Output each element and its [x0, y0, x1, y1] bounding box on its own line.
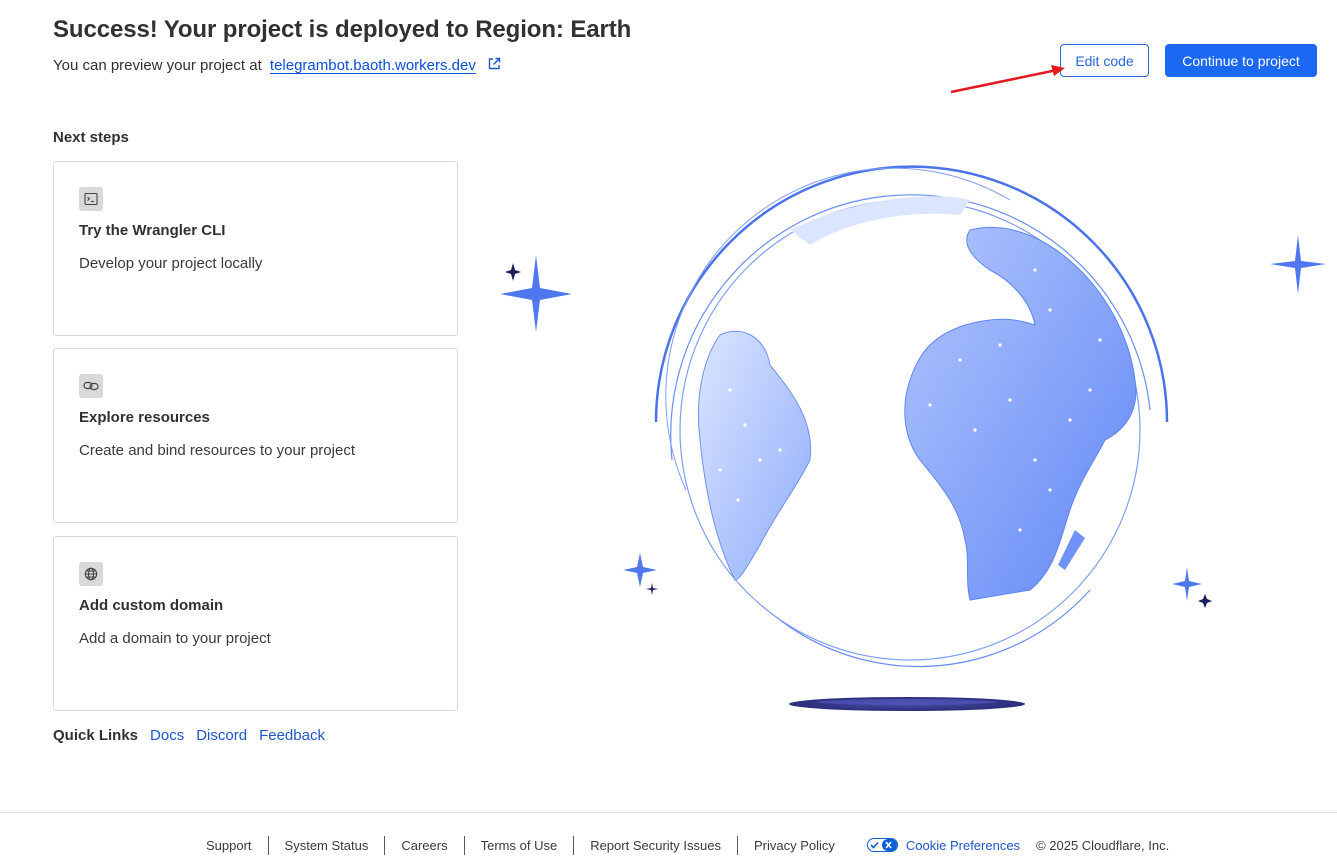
globe-icon	[79, 562, 103, 586]
footer-divider	[0, 812, 1337, 813]
quick-links-label: Quick Links	[53, 727, 139, 744]
footer-link-report-security[interactable]: Report Security Issues	[574, 835, 738, 855]
external-link-icon[interactable]	[487, 57, 501, 71]
edit-code-button[interactable]: Edit code	[1060, 44, 1149, 77]
cookie-preferences-label: Cookie Preferences	[905, 837, 1021, 853]
continue-to-project-button[interactable]: Continue to project	[1165, 44, 1317, 77]
preview-line: You can preview your project at telegram…	[53, 57, 501, 74]
preview-prefix: You can preview your project at	[53, 57, 262, 74]
footer-link-careers[interactable]: Careers	[385, 835, 465, 855]
card-description: Develop your project locally	[79, 255, 263, 272]
cookie-preferences-link[interactable]: Cookie Preferences	[851, 838, 1036, 853]
card-description: Create and bind resources to your projec…	[79, 442, 355, 459]
quick-link-feedback[interactable]: Feedback	[259, 727, 325, 744]
next-steps-heading: Next steps	[53, 129, 129, 146]
card-add-custom-domain[interactable]: Add custom domain Add a domain to your p…	[53, 536, 458, 711]
footer-link-terms[interactable]: Terms of Use	[465, 835, 575, 855]
card-title: Add custom domain	[79, 597, 224, 614]
footer: Support System Status Careers Terms of U…	[0, 833, 1337, 857]
card-title: Try the Wrangler CLI	[79, 222, 226, 239]
footer-link-privacy[interactable]: Privacy Policy	[738, 836, 851, 855]
card-explore-resources[interactable]: Explore resources Create and bind resour…	[53, 348, 458, 523]
page-title: Success! Your project is deployed to Reg…	[53, 16, 632, 43]
card-title: Explore resources	[79, 409, 210, 426]
link-icon	[79, 374, 103, 398]
footer-link-system-status[interactable]: System Status	[269, 835, 386, 855]
card-description: Add a domain to your project	[79, 630, 271, 647]
privacy-toggle-icon	[866, 838, 898, 852]
card-wrangler-cli[interactable]: Try the Wrangler CLI Develop your projec…	[53, 161, 458, 336]
quick-link-docs[interactable]: Docs	[150, 727, 184, 744]
preview-url-link[interactable]: telegrambot.baoth.workers.dev	[270, 57, 476, 74]
annotation-arrow-icon	[950, 65, 1065, 94]
quick-links: Quick Links Docs Discord Feedback	[53, 727, 325, 744]
copyright-text: © 2025 Cloudflare, Inc.	[1036, 837, 1170, 853]
footer-link-support[interactable]: Support	[206, 835, 269, 855]
quick-link-discord[interactable]: Discord	[196, 727, 247, 744]
terminal-icon	[79, 187, 103, 211]
earth-globe-illustration	[500, 165, 1326, 711]
